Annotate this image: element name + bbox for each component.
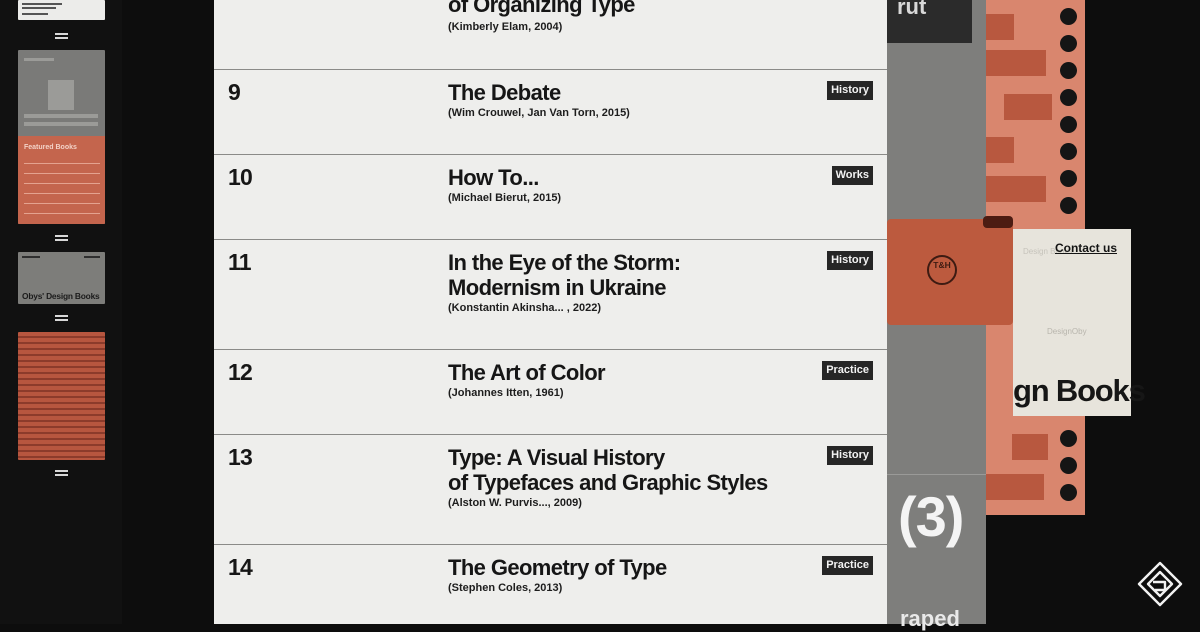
page-thumbnail-3[interactable]: Obys' Design Books xyxy=(18,252,105,304)
book-number: 11 xyxy=(228,249,252,275)
book-number: 12 xyxy=(228,359,253,385)
book-row[interactable]: 13 Type: A Visual History of Typefaces a… xyxy=(214,434,887,545)
thumbnail-row-line xyxy=(24,163,100,164)
thumbnail-row-line xyxy=(24,183,100,184)
thumbnail-text-line xyxy=(84,256,100,258)
film-hole xyxy=(1060,170,1077,187)
dark-card: rut xyxy=(887,0,972,43)
drag-handle-icon[interactable] xyxy=(55,470,68,477)
film-hole xyxy=(1060,89,1077,106)
paper-card: Design Books Contact us DesignOby gn Boo… xyxy=(1013,229,1146,416)
book-list: of Organizing Type (Kimberly Elam, 2004)… xyxy=(214,0,887,624)
book-author-year: (Michael Bierut, 2015) xyxy=(448,192,562,204)
book-title[interactable]: The Debate xyxy=(448,80,561,105)
dark-card-text: rut xyxy=(897,0,927,19)
thumbnail-text-line xyxy=(22,13,48,15)
paper-card-headline: gn Books xyxy=(1013,373,1146,408)
book-title[interactable]: The Art of Color xyxy=(448,360,606,385)
book-author-year: (Kimberly Elam, 2004) xyxy=(448,21,563,33)
orange-envelope-card: T&H xyxy=(887,216,1013,325)
film-block xyxy=(986,50,1046,76)
drag-handle-icon[interactable] xyxy=(55,315,68,322)
thumbnail-heading: Featured Books xyxy=(24,144,77,151)
film-hole xyxy=(1060,35,1077,52)
book-title[interactable]: How To... xyxy=(448,165,539,190)
film-hole xyxy=(1060,62,1077,79)
thumbnail-block xyxy=(24,58,54,61)
faint-text: DesignOby xyxy=(1047,327,1087,336)
book-author-year: (Wim Crouwel, Jan Van Torn, 2015) xyxy=(448,107,630,119)
drag-handle-icon[interactable] xyxy=(55,235,68,242)
thumbnail-row-line xyxy=(24,213,100,214)
film-hole xyxy=(1060,430,1077,447)
divider xyxy=(887,474,986,475)
thumbnail-image xyxy=(48,80,74,110)
thumbnail-text-line xyxy=(22,256,40,258)
card-notch xyxy=(983,216,1013,228)
thumbnail-block xyxy=(24,122,98,126)
film-block xyxy=(986,176,1046,202)
film-hole xyxy=(1060,8,1077,25)
book-title[interactable]: Type: A Visual History of Typefaces and … xyxy=(448,445,768,495)
thumbnail-text-line xyxy=(22,7,56,9)
section-word: raped xyxy=(900,606,960,631)
page-thumbnail-4[interactable] xyxy=(18,332,105,460)
category-tag[interactable]: History xyxy=(827,81,873,100)
category-tag[interactable]: History xyxy=(827,446,873,465)
section-number: (3) xyxy=(898,485,964,548)
thumbnail-row-line xyxy=(24,173,100,174)
film-hole xyxy=(1060,484,1077,501)
film-block xyxy=(986,474,1044,500)
contact-us-link[interactable]: Contact us xyxy=(1055,241,1117,255)
film-hole xyxy=(1060,116,1077,133)
book-author-year: (Alston W. Purvis..., 2009) xyxy=(448,497,582,509)
thumbnail-title: Obys' Design Books xyxy=(22,291,100,301)
book-title[interactable]: of Organizing Type xyxy=(448,0,635,18)
publisher-logo-icon: T&H xyxy=(927,255,957,285)
page-thumbnail-2[interactable]: Featured Books xyxy=(18,50,105,224)
drag-handle-icon[interactable] xyxy=(55,33,68,40)
category-tag[interactable]: Works xyxy=(831,166,873,185)
book-number: 14 xyxy=(228,554,253,580)
category-tag[interactable]: Practice xyxy=(822,361,873,380)
book-number: 9 xyxy=(228,79,241,105)
category-tag[interactable]: History xyxy=(827,251,873,270)
thumbnail-block xyxy=(24,114,98,118)
book-row[interactable]: 12 The Art of Color (Johannes Itten, 196… xyxy=(214,349,887,435)
thumbnail-row-line xyxy=(24,203,100,204)
film-block xyxy=(1012,434,1048,460)
book-row[interactable]: 9 The Debate (Wim Crouwel, Jan Van Torn,… xyxy=(214,69,887,155)
film-hole xyxy=(1060,143,1077,160)
book-row[interactable]: 11 In the Eye of the Storm: Modernism in… xyxy=(214,239,887,350)
film-block xyxy=(1004,94,1052,120)
book-author-year: (Konstantin Akinsha... , 2022) xyxy=(448,302,602,314)
category-tag[interactable]: Practice xyxy=(822,556,873,575)
film-hole xyxy=(1060,457,1077,474)
page-thumbnail-1[interactable] xyxy=(18,0,105,20)
page-thumbnail-rail: Featured Books Obys' Design Books xyxy=(0,0,122,624)
book-author-year: (Stephen Coles, 2013) xyxy=(448,582,563,594)
book-title[interactable]: In the Eye of the Storm: Modernism in Uk… xyxy=(448,250,681,300)
site-logo-icon[interactable] xyxy=(1136,560,1184,608)
film-hole xyxy=(1060,197,1077,214)
thumbnail-text-line xyxy=(22,3,62,5)
book-title[interactable]: The Geometry of Type xyxy=(448,555,667,580)
logo-text: T&H xyxy=(933,260,951,270)
book-number: 10 xyxy=(228,164,253,190)
film-block xyxy=(986,14,1014,40)
film-block xyxy=(986,137,1014,163)
thumbnail-row-line xyxy=(24,193,100,194)
book-row[interactable]: 14 The Geometry of Type (Stephen Coles, … xyxy=(214,544,887,625)
book-author-year: (Johannes Itten, 1961) xyxy=(448,387,564,399)
book-row[interactable]: 10 How To... (Michael Bierut, 2015) Work… xyxy=(214,154,887,240)
book-number: 13 xyxy=(228,444,253,470)
